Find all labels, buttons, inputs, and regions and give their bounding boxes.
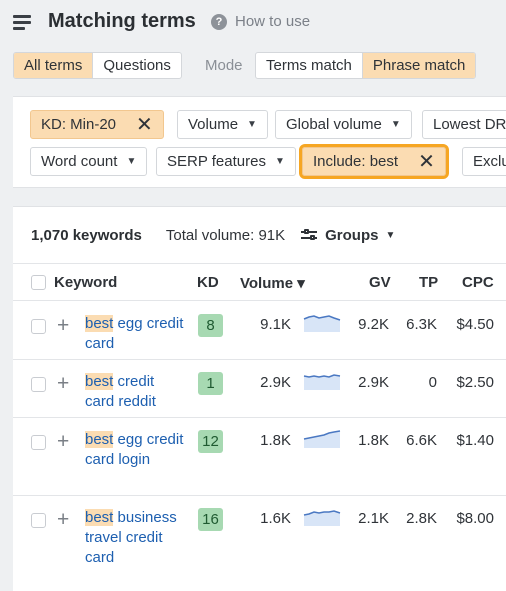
close-icon[interactable]: ✕ (410, 152, 435, 172)
hamburger-menu-icon[interactable] (13, 15, 31, 30)
chevron-down-icon: ▼ (274, 156, 285, 167)
column-volume[interactable]: Volume ▾ (240, 274, 305, 292)
kd-filter-chip[interactable]: KD: Min-20 ✕ (30, 110, 164, 139)
results-panel: 1,070 keywords Total volume: 91K Groups … (13, 206, 506, 591)
table-row: + best credit card reddit 1 2.9K 2.9K 0 $2.50 (13, 360, 506, 418)
row-checkbox[interactable] (31, 513, 46, 528)
how-to-use-label: How to use (235, 13, 311, 30)
word-count-filter[interactable]: Word count ▼ (30, 147, 148, 176)
volume-trend-sparkline (303, 430, 341, 448)
chevron-down-icon: ▼ (126, 156, 137, 167)
keyword-highlight: best (85, 509, 114, 526)
row-checkbox[interactable] (31, 319, 46, 334)
cpc-value: $1.40 (456, 432, 494, 449)
groups-label: Groups (325, 227, 379, 244)
row-checkbox[interactable] (31, 435, 46, 450)
gv-value: 2.1K (358, 510, 389, 527)
sliders-icon (301, 229, 318, 242)
close-icon[interactable]: ✕ (128, 115, 153, 135)
volume-filter[interactable]: Volume ▼ (177, 110, 268, 139)
mode-phrase-match[interactable]: Phrase match (361, 53, 476, 78)
table-row: + best egg credit card 8 9.1K 9.2K 6.3K $4.50 (13, 302, 506, 360)
mode-toggle: Terms match Phrase match (255, 52, 477, 79)
mode-terms-match[interactable]: Terms match (256, 53, 362, 78)
keyword-highlight: best (85, 431, 114, 448)
keyword-highlight: best (85, 373, 114, 390)
gv-value: 9.2K (358, 316, 389, 333)
column-keyword[interactable]: Keyword (54, 274, 117, 291)
column-tp[interactable]: TP (419, 274, 438, 291)
volume-value: 1.6K (260, 510, 291, 527)
sort-desc-icon: ▾ (297, 275, 305, 292)
gv-value: 1.8K (358, 432, 389, 449)
cpc-value: $8.00 (456, 510, 494, 527)
tab-questions[interactable]: Questions (92, 53, 181, 78)
keyword-link[interactable]: best business travel credit card (85, 508, 185, 568)
keywords-count: 1,070 keywords (31, 227, 142, 244)
plus-icon[interactable]: + (57, 373, 69, 394)
volume-trend-sparkline (303, 510, 341, 526)
lowest-dr-filter-label: Lowest DR (433, 116, 506, 133)
serp-features-filter-label: SERP features (167, 153, 266, 170)
tab-all-terms[interactable]: All terms (14, 53, 93, 78)
kd-badge: 1 (198, 372, 223, 395)
tp-value: 6.3K (406, 316, 437, 333)
mode-label: Mode (205, 57, 243, 74)
chevron-down-icon: ▼ (385, 230, 396, 241)
tp-value: 0 (428, 374, 437, 391)
tp-value: 2.8K (406, 510, 437, 527)
column-volume-label: Volume (240, 275, 294, 292)
results-summary: 1,070 keywords Total volume: 91K Groups … (31, 227, 395, 244)
chevron-down-icon: ▼ (390, 119, 401, 130)
exclude-filter-label: Exclude (473, 153, 506, 170)
how-to-use-link[interactable]: ? How to use (211, 13, 310, 30)
table-row: + best business travel credit card 16 1.6K 2… (13, 496, 506, 591)
keyword-link[interactable]: best credit card reddit (85, 372, 185, 412)
volume-value: 9.1K (260, 316, 291, 333)
gv-value: 2.9K (358, 374, 389, 391)
help-icon: ? (211, 13, 227, 30)
plus-icon[interactable]: + (57, 315, 69, 336)
filter-panel: KD: Min-20 ✕ Volume ▼ Global volume ▼ Lo… (13, 96, 506, 188)
cpc-value: $4.50 (456, 316, 494, 333)
select-all-checkbox[interactable] (31, 275, 46, 290)
tp-value: 6.6K (406, 432, 437, 449)
chevron-down-icon: ▼ (247, 119, 257, 130)
cpc-value: $2.50 (456, 374, 494, 391)
keyword-link[interactable]: best egg credit card (85, 314, 185, 354)
lowest-dr-filter[interactable]: Lowest DR ▼ (422, 110, 506, 139)
column-cpc[interactable]: CPC (462, 274, 494, 291)
kd-badge: 8 (198, 314, 223, 337)
global-volume-filter[interactable]: Global volume ▼ (275, 110, 412, 139)
word-count-filter-label: Word count (41, 153, 118, 170)
volume-value: 1.8K (260, 432, 291, 449)
column-gv[interactable]: GV (369, 274, 391, 291)
row-checkbox[interactable] (31, 377, 46, 392)
header-bar: Matching terms ? How to use (0, 0, 506, 44)
volume-trend-sparkline (303, 374, 341, 390)
kd-badge: 16 (198, 508, 223, 531)
keyword-link[interactable]: best egg credit card login (85, 430, 185, 470)
keyword-highlight: best (85, 315, 114, 332)
term-type-tabs: All terms Questions (13, 52, 182, 79)
table-row: + best egg credit card login 12 1.8K 1.8K 6.6… (13, 418, 506, 496)
plus-icon[interactable]: + (57, 431, 69, 452)
table-header: Keyword KD Volume ▾ GV TP CPC (13, 263, 506, 301)
column-kd[interactable]: KD (197, 274, 219, 291)
volume-trend-sparkline (303, 315, 341, 332)
exclude-filter[interactable]: Exclude (462, 147, 506, 176)
kd-filter-label: KD: Min-20 (41, 116, 117, 133)
kd-badge: 12 (198, 430, 223, 453)
include-filter-chip[interactable]: Include: best ✕ (299, 144, 449, 179)
serp-features-filter[interactable]: SERP features ▼ (156, 147, 296, 176)
plus-icon[interactable]: + (57, 509, 69, 530)
total-volume: Total volume: 91K (165, 227, 286, 244)
volume-value: 2.9K (260, 374, 291, 391)
include-filter-label: Include: best (313, 153, 399, 170)
volume-filter-label: Volume (188, 116, 239, 133)
groups-dropdown[interactable]: Groups ▼ (301, 227, 395, 244)
global-volume-filter-label: Global volume (286, 116, 382, 133)
page-title: Matching terms (48, 10, 196, 32)
